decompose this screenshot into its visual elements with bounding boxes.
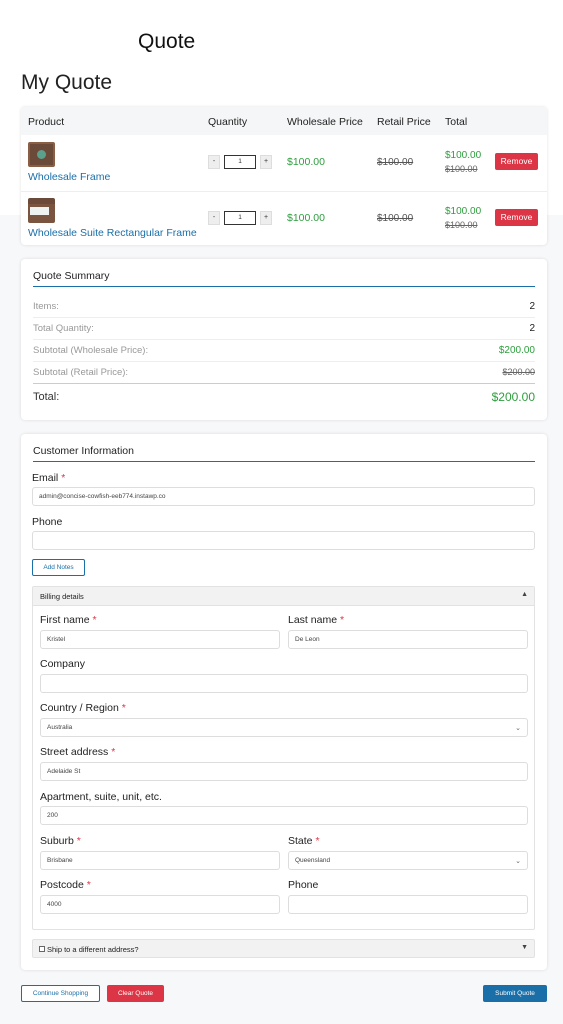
billing-details-header[interactable]: Billing details ▲ xyxy=(33,587,534,606)
postcode-label: Postcode * xyxy=(40,879,91,891)
summary-value: $200.00 xyxy=(502,367,535,377)
customer-title: Customer Information xyxy=(33,445,134,457)
total-price: $100.00 xyxy=(445,150,482,161)
summary-label: Subtotal (Wholesale Price): xyxy=(33,345,149,356)
continue-shopping-button[interactable]: Continue Shopping xyxy=(21,985,100,1002)
clear-quote-button[interactable]: Clear Quote xyxy=(107,985,164,1002)
state-label: State * xyxy=(288,835,320,847)
page: Quote My Quote Product Quantity Wholesal… xyxy=(0,0,563,1024)
product-name-link[interactable]: Wholesale Frame xyxy=(28,171,110,183)
phone-label: Phone xyxy=(32,516,63,528)
apartment-field[interactable]: 200 xyxy=(40,806,528,825)
add-notes-button[interactable]: Add Notes xyxy=(32,559,85,576)
summary-total-value: $200.00 xyxy=(491,390,535,404)
state-select[interactable]: Queensland ⌄ xyxy=(288,851,528,870)
product-thumbnail[interactable] xyxy=(28,198,55,223)
street-address-label: Street address * xyxy=(40,746,116,758)
quantity-decrease-button[interactable]: - xyxy=(208,155,220,169)
quote-table: Product Quantity Wholesale Price Retail … xyxy=(21,107,547,245)
quantity-input[interactable]: 1 xyxy=(224,155,256,169)
last-name-label: Last name * xyxy=(288,614,345,626)
quantity-increase-button[interactable]: + xyxy=(260,155,272,169)
suburb-field[interactable]: Brisbane xyxy=(40,851,280,870)
remove-button[interactable]: Remove xyxy=(495,153,538,170)
product-thumbnail[interactable] xyxy=(28,142,55,167)
country-label: Country / Region * xyxy=(40,702,126,714)
suburb-label: Suburb * xyxy=(40,835,81,847)
total-price: $100.00 xyxy=(445,206,482,217)
header-retail-price: Retail Price xyxy=(377,116,431,128)
summary-label: Total Quantity: xyxy=(33,323,94,334)
header-product: Product xyxy=(28,116,65,128)
summary-value: $200.00 xyxy=(498,345,535,356)
ship-different-checkbox[interactable] xyxy=(39,946,45,952)
wholesale-price: $100.00 xyxy=(287,212,325,224)
phone-field[interactable] xyxy=(32,531,535,550)
page-title: My Quote xyxy=(21,71,113,94)
chevron-down-icon: ⌄ xyxy=(515,858,521,865)
summary-title: Quote Summary xyxy=(33,270,110,282)
header-quantity: Quantity xyxy=(208,116,248,128)
street-address-field[interactable]: Adelaide St xyxy=(40,762,528,781)
retail-price: $100.00 xyxy=(377,213,414,224)
billing-phone-field[interactable] xyxy=(288,895,528,914)
ship-different-label: Ship to a different address? xyxy=(47,945,139,954)
collapse-icon[interactable]: ▲ xyxy=(521,591,528,598)
retail-price: $100.00 xyxy=(377,157,414,168)
site-title: Quote xyxy=(138,30,196,53)
quantity-stepper[interactable]: - 1 + xyxy=(208,155,272,169)
ship-to-different-address[interactable]: Ship to a different address? ▼ xyxy=(32,939,535,958)
submit-quote-button[interactable]: Submit Quote xyxy=(483,985,547,1002)
customer-divider xyxy=(33,461,535,462)
quantity-stepper[interactable]: - 1 + xyxy=(208,211,272,225)
apartment-label: Apartment, suite, unit, etc. xyxy=(40,791,162,803)
summary-total-label: Total: xyxy=(33,391,60,403)
wholesale-price: $100.00 xyxy=(287,156,325,168)
billing-details: Billing details ▲ First name * Kristel L… xyxy=(32,586,535,930)
summary-divider xyxy=(33,286,535,287)
table-row: Wholesale Suite Rectangular Frame - 1 + … xyxy=(21,191,547,245)
email-field[interactable]: admin@concise-cowfish-eeb774.instawp.co xyxy=(32,487,535,506)
total-original-price: $100.00 xyxy=(445,220,478,230)
summary-value: 2 xyxy=(529,323,535,334)
summary-row-items: Items: 2 xyxy=(33,296,535,318)
summary-value: 2 xyxy=(529,301,535,312)
expand-icon[interactable]: ▼ xyxy=(521,944,528,951)
summary-label: Items: xyxy=(33,301,59,312)
country-value: Australia xyxy=(47,724,73,731)
company-field[interactable] xyxy=(40,674,528,693)
customer-information: Customer Information Email * admin@conci… xyxy=(21,434,547,970)
table-row: Wholesale Frame - 1 + $100.00 $100.00 $1… xyxy=(21,136,547,190)
quote-summary: Quote Summary Items: 2 Total Quantity: 2… xyxy=(21,259,547,420)
email-label: Email * xyxy=(32,472,66,484)
postcode-field[interactable]: 4000 xyxy=(40,895,280,914)
summary-row-subtotal-retail: Subtotal (Retail Price): $200.00 xyxy=(33,362,535,384)
quantity-increase-button[interactable]: + xyxy=(260,211,272,225)
billing-details-title: Billing details xyxy=(40,592,84,601)
table-header: Product Quantity Wholesale Price Retail … xyxy=(21,107,547,135)
state-value: Queensland xyxy=(295,857,331,864)
quantity-decrease-button[interactable]: - xyxy=(208,211,220,225)
company-label: Company xyxy=(40,658,85,670)
header-total: Total xyxy=(445,116,468,128)
billing-phone-label: Phone xyxy=(288,879,319,891)
product-name-link[interactable]: Wholesale Suite Rectangular Frame xyxy=(28,227,197,239)
first-name-label: First name * xyxy=(40,614,97,626)
header-wholesale-price: Wholesale Price xyxy=(287,116,363,128)
first-name-field[interactable]: Kristel xyxy=(40,630,280,649)
summary-row-total-quantity: Total Quantity: 2 xyxy=(33,318,535,340)
country-select[interactable]: Australia ⌄ xyxy=(40,718,528,737)
last-name-field[interactable]: De Leon xyxy=(288,630,528,649)
summary-row-subtotal-wholesale: Subtotal (Wholesale Price): $200.00 xyxy=(33,340,535,362)
total-original-price: $100.00 xyxy=(445,164,478,174)
chevron-down-icon: ⌄ xyxy=(515,725,521,732)
remove-button[interactable]: Remove xyxy=(495,209,538,226)
quantity-input[interactable]: 1 xyxy=(224,211,256,225)
summary-label: Subtotal (Retail Price): xyxy=(33,367,129,378)
